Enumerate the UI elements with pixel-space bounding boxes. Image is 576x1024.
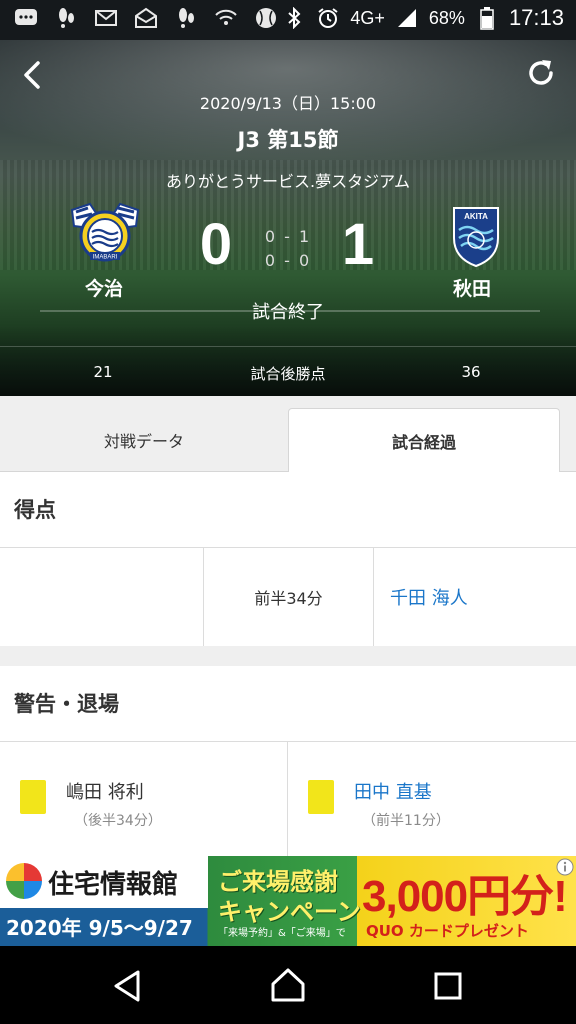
ad-brand: 住宅情報館 — [48, 870, 179, 900]
tab-match-progress[interactable]: 試合経過 — [288, 408, 560, 472]
refresh-icon — [529, 60, 553, 85]
ad-info-icon[interactable] — [556, 858, 574, 876]
ad-quo: QUO カードプレゼント — [366, 922, 529, 940]
messenger-icon — [14, 6, 38, 30]
square-recents-icon — [434, 972, 462, 1000]
back-button[interactable] — [16, 58, 50, 92]
footprint-icon — [54, 6, 78, 30]
ad-note: 「来場予約」&「ご来場」で — [218, 928, 346, 939]
away-card-time: （前半11分） — [362, 813, 450, 829]
ad-campaign-line2: キャンペーン — [218, 898, 361, 926]
divider — [0, 346, 576, 347]
second-half-score: 0 - 0 — [264, 251, 312, 270]
triangle-back-icon — [114, 970, 140, 1002]
home-icon — [271, 968, 305, 1002]
home-card-entry: 嶋田 将利 （後半34分） — [0, 742, 288, 856]
battery-icon — [475, 6, 499, 30]
first-half-score: 0 - 1 — [264, 227, 312, 246]
away-card-entry: 田中 直基 （前半11分） — [288, 742, 576, 856]
wifi-on-icon — [214, 6, 238, 30]
away-score: 1 — [341, 212, 375, 277]
footprint-icon-2 — [174, 6, 198, 30]
yellow-card-icon — [20, 780, 46, 814]
goals-section-header: 得点 — [0, 472, 576, 548]
home-team-crest[interactable]: IMABARI — [68, 202, 142, 268]
home-team-name[interactable]: 今治 — [34, 274, 174, 301]
match-status: 試合終了 — [252, 302, 324, 323]
network-type: 4G+ — [350, 7, 385, 28]
away-crest-text: AKITA — [464, 212, 488, 221]
system-status: 4G+ 68% 17:13 — [282, 5, 564, 31]
goal-row: 前半34分 千田 海人 — [0, 548, 576, 646]
baseball-icon — [254, 6, 278, 30]
goals-heading: 得点 — [14, 498, 56, 522]
away-points: 36 — [461, 363, 481, 381]
tab-bar: 対戦データ 試合経過 — [0, 396, 576, 472]
card-row: 嶋田 将利 （後半34分） 田中 直基 （前半11分） — [0, 742, 576, 856]
match-progress-content: 得点 前半34分 千田 海人 警告・退場 嶋田 将利 （後半34分） 田中 直基… — [0, 472, 576, 856]
match-venue: ありがとうサービス.夢スタジアム — [166, 172, 410, 191]
bluetooth-icon — [282, 6, 306, 30]
ad-brand-panel: 住宅情報館 — [0, 856, 208, 908]
cards-heading: 警告・退場 — [14, 692, 119, 716]
home-scorer — [0, 548, 204, 646]
yellow-card-icon — [308, 780, 334, 814]
nav-home-button[interactable] — [266, 964, 310, 1008]
mail-open-icon — [134, 6, 158, 30]
goal-time: 前半34分 — [204, 548, 374, 646]
tab-head-to-head[interactable]: 対戦データ — [0, 408, 288, 472]
match-round: J3 第15節 — [237, 128, 339, 152]
home-score: 0 — [199, 212, 233, 277]
ad-banner[interactable]: 住宅情報館 2020年 9/5～9/27 ご来場感謝 キャンペーン 「来場予約」… — [0, 856, 576, 946]
status-bar: 4G+ 68% 17:13 — [0, 0, 576, 40]
crowd-overlay — [0, 326, 576, 396]
ad-logo-icon — [6, 863, 42, 899]
ad-dates: 2020年 9/5～9/27 — [6, 916, 193, 940]
nav-back-button[interactable] — [106, 964, 150, 1008]
cards-section-header: 警告・退場 — [0, 666, 576, 742]
away-team-name[interactable]: 秋田 — [402, 274, 542, 301]
battery-percent: 68% — [428, 7, 465, 28]
chevron-left-icon — [24, 61, 40, 89]
clock: 17:13 — [508, 5, 564, 30]
home-card-time: （後半34分） — [74, 813, 162, 829]
ad-amount: 3,000円分! — [362, 872, 568, 921]
mail-icon — [94, 6, 118, 30]
refresh-button[interactable] — [524, 56, 558, 90]
away-card-player-link[interactable]: 田中 直基 — [354, 778, 432, 804]
notification-icons — [14, 6, 278, 30]
home-crest-text: IMABARI — [93, 255, 118, 261]
home-card-player: 嶋田 将利 — [66, 782, 144, 803]
away-team-crest[interactable]: AKITA — [446, 202, 520, 268]
system-nav-bar — [0, 946, 576, 1024]
away-scorer-link[interactable]: 千田 海人 — [374, 548, 576, 646]
signal-icon — [395, 6, 419, 30]
match-header: 2020/9/13（日）15:00 J3 第15節 ありがとうサービス.夢スタジ… — [0, 40, 576, 396]
nav-recents-button[interactable] — [426, 964, 470, 1008]
alarm-icon — [316, 6, 340, 30]
match-datetime: 2020/9/13（日）15:00 — [199, 94, 377, 113]
